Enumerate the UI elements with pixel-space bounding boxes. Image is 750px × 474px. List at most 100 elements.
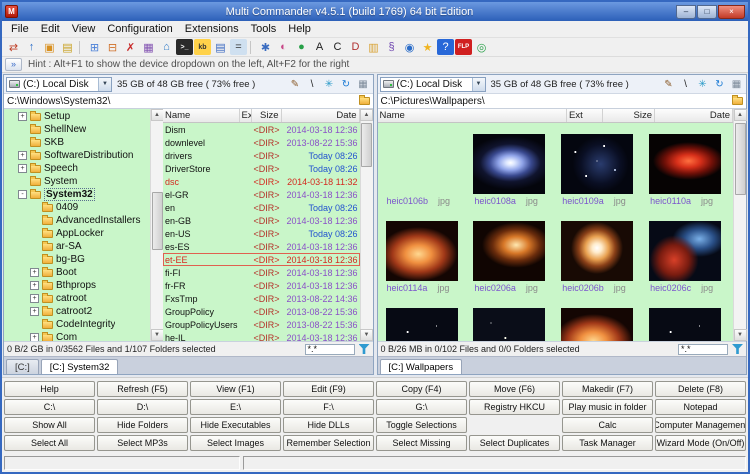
button-select-images[interactable]: Select Images	[190, 435, 281, 451]
flp-icon[interactable]: FLP	[455, 39, 472, 55]
tree-item-applocker[interactable]: +AppLocker	[4, 227, 150, 240]
expand-icon[interactable]: +	[30, 281, 39, 290]
script-icon[interactable]: §	[383, 39, 400, 55]
left-list-scrollbar[interactable]: ▲ ▼	[359, 109, 373, 341]
folder-up-icon[interactable]: ↑	[23, 39, 40, 55]
button-select-missing[interactable]: Select Missing	[376, 435, 467, 451]
scroll-up-icon[interactable]: ▲	[360, 109, 373, 121]
button-help[interactable]: Help	[4, 381, 95, 397]
file-row-driverstore[interactable]: DriverStore <DIR> Today 08:26	[163, 162, 360, 175]
folder-icon[interactable]	[732, 95, 743, 105]
help-icon[interactable]: ?	[437, 39, 454, 55]
right-filter-input[interactable]: *.*	[678, 343, 728, 355]
edit-path-icon[interactable]: ✎	[288, 77, 303, 91]
button-g[interactable]: G:\	[376, 399, 467, 415]
favorites-icon[interactable]: ✳	[695, 77, 710, 91]
button-registry-hkcu[interactable]: Registry HKCU	[469, 399, 560, 415]
button-calc[interactable]: Calc	[562, 417, 653, 433]
filter-funnel-icon[interactable]	[358, 344, 370, 354]
new-folder-icon[interactable]: ▣	[41, 39, 58, 55]
pack-icon[interactable]: ▦	[140, 39, 157, 55]
globe-icon[interactable]: ●	[293, 39, 310, 55]
star-icon[interactable]: ★	[419, 39, 436, 55]
file-row-fr-fr[interactable]: fr-FR <DIR> 2014-03-18 12:36	[163, 279, 360, 292]
file-row-et-ee[interactable]: et-EE <DIR> 2014-03-18 12:36	[163, 253, 360, 266]
expand-icon[interactable]: +	[18, 112, 27, 121]
button-c[interactable]: C:\	[4, 399, 95, 415]
scroll-down-icon[interactable]: ▼	[150, 329, 164, 341]
file-row-fxstmp[interactable]: FxsTmp <DIR> 2013-08-22 14:36	[163, 292, 360, 305]
expand-icon[interactable]: +	[30, 294, 39, 303]
button-move-f6[interactable]: Move (F6)	[469, 381, 560, 397]
tree-item-shellnew[interactable]: +ShellNew	[4, 123, 150, 136]
menu-configuration[interactable]: Configuration	[101, 22, 178, 36]
tree-item-bthprops[interactable]: + Bthprops	[4, 279, 150, 292]
button-edit-f9[interactable]: Edit (F9)	[283, 381, 374, 397]
menu-file[interactable]: File	[5, 22, 35, 36]
scroll-up-icon[interactable]: ▲	[733, 109, 747, 121]
thumbnail-item-heic0106b[interactable]: heic0106b jpg	[384, 134, 468, 221]
column-header-ext[interactable]: Ext	[240, 109, 252, 122]
thumbnail-item-heic0206a[interactable]: heic0206a jpg	[471, 221, 555, 308]
tree-item-catroot[interactable]: + catroot	[4, 292, 150, 305]
folder-icon[interactable]	[358, 95, 370, 105]
expand-icon[interactable]: +	[30, 333, 39, 341]
button-hide-folders[interactable]: Hide Folders	[97, 417, 188, 433]
file-row-dism[interactable]: Dism <DIR> 2014-03-18 12:36	[163, 123, 360, 136]
thumbnail-item-heic0110a[interactable]: heic0110a jpg	[647, 134, 731, 221]
refresh-icon[interactable]: ↻	[339, 77, 354, 91]
tree-item-setup[interactable]: + Setup	[4, 110, 150, 123]
button-computer-management[interactable]: Computer Management	[655, 417, 746, 433]
palette-icon[interactable]: ◐	[275, 39, 292, 55]
minimize-button[interactable]: –	[676, 4, 696, 19]
view-mode-icon[interactable]: ▦	[729, 77, 744, 91]
button-remember-selection[interactable]: Remember Selection	[283, 435, 374, 451]
scroll-down-icon[interactable]: ▼	[360, 329, 373, 341]
button-select-duplicates[interactable]: Select Duplicates	[469, 435, 560, 451]
swap-panels-icon[interactable]: ⇄	[5, 39, 22, 55]
thumbnail-item[interactable]	[647, 308, 731, 341]
file-row-es-es[interactable]: es-ES <DIR> 2014-03-18 12:36	[163, 240, 360, 253]
button-select-all[interactable]: Select All	[4, 435, 95, 451]
thumbnail-item-heic0109a[interactable]: heic0109a jpg	[559, 134, 643, 221]
letter-d-icon[interactable]: D	[347, 39, 364, 55]
tree-item-com[interactable]: + Com	[4, 331, 150, 341]
tree-scroll-thumb[interactable]	[151, 191, 163, 250]
notepad-icon[interactable]: ▤	[212, 39, 229, 55]
button-show-all[interactable]: Show All	[4, 417, 95, 433]
left-tab-c-system32[interactable]: [C:] System32	[40, 359, 119, 374]
tree-item-boot[interactable]: + Boot	[4, 266, 150, 279]
file-row-el-gr[interactable]: el-GR <DIR> 2014-03-18 12:36	[163, 188, 360, 201]
copy-icon[interactable]: ⊞	[86, 39, 103, 55]
column-header-date[interactable]: Date	[282, 109, 360, 122]
button-delete-f8[interactable]: Delete (F8)	[655, 381, 746, 397]
right-tab-c-wallpapers[interactable]: [C:] Wallpapers	[379, 359, 463, 374]
view-mode-icon[interactable]: ▦	[356, 77, 371, 91]
cmd-icon[interactable]: >_	[176, 39, 193, 55]
thumbnail-item[interactable]	[384, 308, 468, 341]
left-drive-dropdown[interactable]: (C:) Local Disk ▼	[6, 76, 112, 92]
collapse-icon[interactable]: -	[18, 190, 27, 199]
file-row-en-us[interactable]: en-US <DIR> Today 08:26	[163, 227, 360, 240]
file-row-downlevel[interactable]: downlevel <DIR> 2013-08-22 15:36	[163, 136, 360, 149]
tree-item-catroot2[interactable]: + catroot2	[4, 305, 150, 318]
tree-item-0409[interactable]: +0409	[4, 201, 150, 214]
tree-scrollbar[interactable]: ▲ ▼	[150, 109, 164, 341]
left-list-scroll-track[interactable]	[360, 121, 373, 329]
tree-item-speech[interactable]: + Speech	[4, 162, 150, 175]
thumbnail-item-heic0114a[interactable]: heic0114a jpg	[384, 221, 468, 308]
right-list-scroll-thumb[interactable]	[734, 123, 746, 195]
button-wizard-mode-on-off[interactable]: Wizard Mode (On/Off)	[655, 435, 746, 451]
letter-c-icon[interactable]: C	[329, 39, 346, 55]
search-icon[interactable]: ◉	[401, 39, 418, 55]
root-folder-icon[interactable]: \	[305, 77, 320, 91]
delete-icon[interactable]: ✗	[122, 39, 139, 55]
expand-icon[interactable]: +	[18, 151, 27, 160]
tree-item-system[interactable]: +System	[4, 175, 150, 188]
button-copy-f4[interactable]: Copy (F4)	[376, 381, 467, 397]
tree-item-system32[interactable]: - System32	[4, 188, 150, 201]
column-header-ext[interactable]: Ext	[567, 109, 603, 122]
filter-funnel-icon[interactable]	[732, 344, 743, 354]
expand-icon[interactable]: +	[18, 164, 27, 173]
toolbar-overflow-icon[interactable]: »	[5, 58, 22, 71]
